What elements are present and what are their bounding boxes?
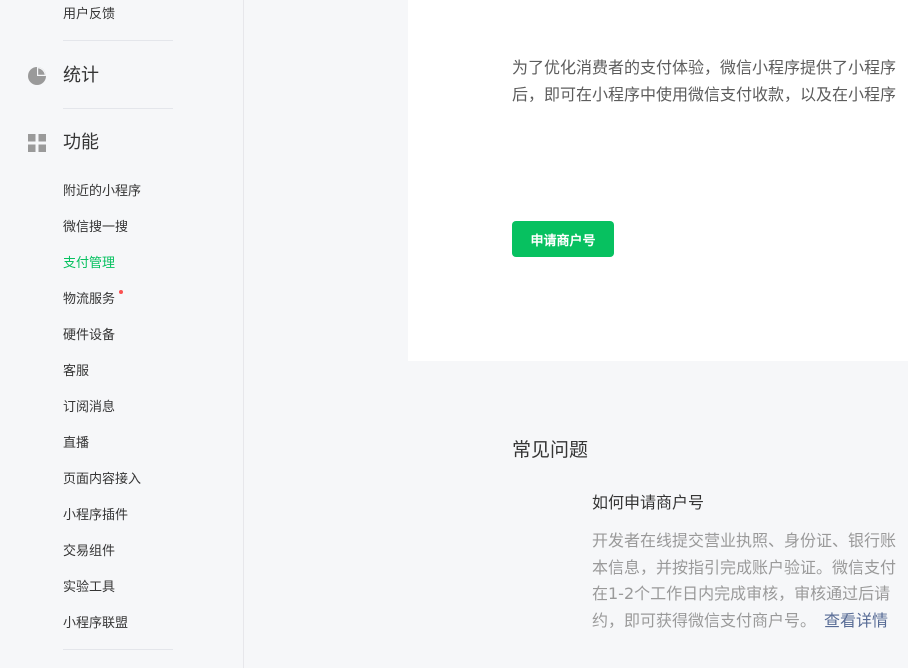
- faq-section: 常见问题 如何申请商户号 开发者在线提交营业执照、身份证、银行账 本信息，并按指…: [408, 361, 908, 668]
- divider: [63, 40, 173, 41]
- answer-line: 在1-2个工作日内完成审核，审核通过后请: [592, 584, 891, 603]
- sidebar-item-feedback[interactable]: 用户反馈: [63, 6, 115, 24]
- payment-description: 为了优化消费者的支付体验，微信小程序提供了小程序 后，即可在小程序中使用微信支付…: [512, 54, 908, 108]
- sidebar-item-hardware[interactable]: 硬件设备: [63, 327, 115, 345]
- sidebar-item-customer-service[interactable]: 客服: [63, 363, 89, 381]
- section-title-features[interactable]: 功能: [63, 131, 99, 155]
- sidebar-item-label: 物流服务: [63, 292, 116, 307]
- payment-intro-card: 为了优化消费者的支付体验，微信小程序提供了小程序 后，即可在小程序中使用微信支付…: [408, 0, 908, 361]
- description-line: 为了优化消费者的支付体验，微信小程序提供了小程序: [512, 58, 897, 77]
- faq-title: 常见问题: [512, 439, 589, 461]
- sidebar-item-lab-tools[interactable]: 实验工具: [63, 579, 115, 597]
- sidebar-item-alliance[interactable]: 小程序联盟: [63, 615, 128, 633]
- sidebar-item-live[interactable]: 直播: [63, 435, 89, 453]
- divider: [63, 649, 173, 650]
- sidebar-item-payment-management[interactable]: 支付管理: [63, 255, 115, 273]
- divider: [63, 108, 173, 109]
- sidebar-item-logistics[interactable]: 物流服务: [63, 290, 124, 309]
- new-dot-badge: [119, 290, 124, 294]
- answer-line: 本信息，并按指引完成账户验证。微信支付: [592, 557, 897, 577]
- section-title-stats[interactable]: 统计: [63, 64, 99, 88]
- sidebar-item-plugins[interactable]: 小程序插件: [63, 507, 128, 525]
- answer-line-last: 约，即可获得微信支付商户号。 查看详情: [592, 608, 908, 635]
- sidebar-item-page-content[interactable]: 页面内容接入: [63, 471, 141, 489]
- grid-icon: [28, 134, 46, 152]
- answer-line: 约，即可获得微信支付商户号。: [592, 610, 817, 630]
- answer-line: 开发者在线提交营业执照、身份证、银行账: [592, 531, 897, 550]
- apply-merchant-button[interactable]: 申请商户号: [512, 221, 614, 257]
- details-link[interactable]: 查看详情: [824, 611, 888, 630]
- sidebar-item-trade-component[interactable]: 交易组件: [63, 543, 115, 561]
- sidebar: 用户反馈 统计 功能 附近的小程序 微信搜一搜 支付管理 物流服务 硬件设备 客…: [0, 0, 244, 668]
- faq-answer: 开发者在线提交营业执照、身份证、银行账 本信息，并按指引完成账户验证。微信支付 …: [592, 528, 908, 634]
- sidebar-item-nearby-miniprogram[interactable]: 附近的小程序: [63, 183, 141, 201]
- description-line: 后，即可在小程序中使用微信支付收款，以及在小程序: [512, 85, 897, 104]
- sidebar-item-wechat-search[interactable]: 微信搜一搜: [63, 219, 128, 237]
- pie-chart-icon: [28, 67, 46, 85]
- faq-question: 如何申请商户号: [592, 493, 705, 512]
- sidebar-item-subscription-messages[interactable]: 订阅消息: [63, 399, 115, 417]
- content-gutter: [244, 0, 408, 668]
